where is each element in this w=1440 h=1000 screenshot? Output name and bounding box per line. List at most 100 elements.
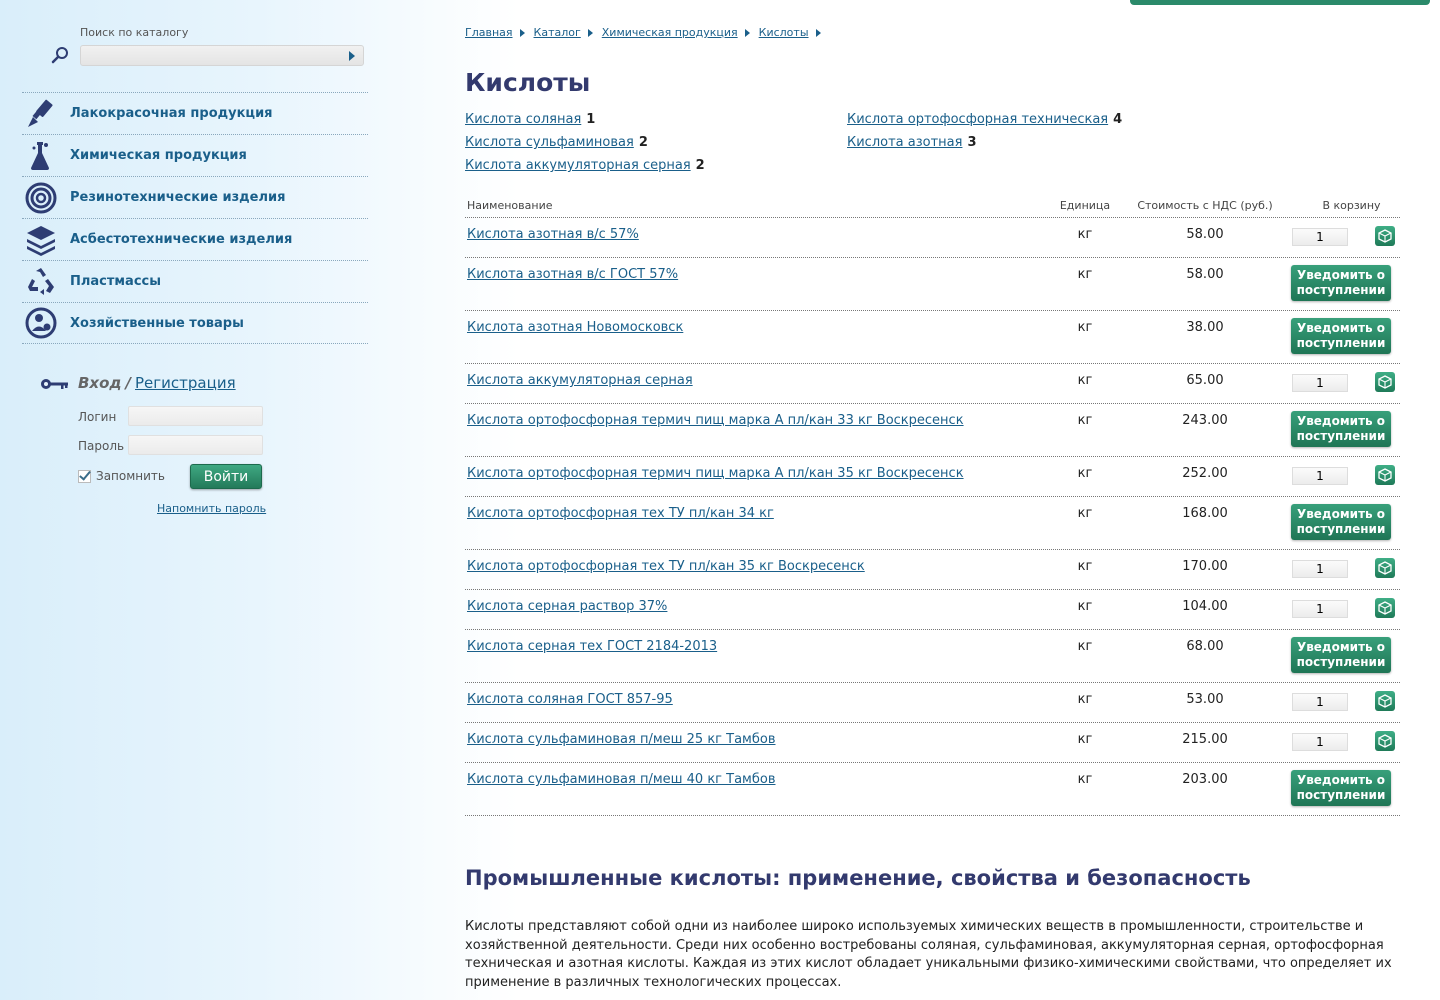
table-row: Кислота азотная в/с 57% кг 58.00 xyxy=(465,218,1400,258)
login-field[interactable] xyxy=(128,406,263,426)
product-link[interactable]: Кислота ортофосфорная тех ТУ пл/кан 34 к… xyxy=(467,506,774,521)
add-to-cart-icon[interactable] xyxy=(1375,226,1395,246)
product-link[interactable]: Кислота ортофосфорная тех ТУ пл/кан 35 к… xyxy=(467,559,865,574)
cart-cell: Уведомить о поступлении xyxy=(1285,630,1400,682)
subcategory-link[interactable]: Кислота сульфаминовая xyxy=(465,135,634,150)
layers-icon xyxy=(22,223,60,257)
cart-cell: Уведомить о поступлении xyxy=(1285,763,1400,815)
login-form: Вход / Регистрация Логин Пароль Запомнить … xyxy=(40,372,370,532)
notify-button[interactable]: Уведомить о поступлении xyxy=(1291,265,1391,301)
header-name: Наименование xyxy=(467,199,553,212)
quantity-input[interactable] xyxy=(1292,467,1348,485)
category-label: Хозяйственные товары xyxy=(70,315,244,331)
breadcrumb-link-chemical[interactable]: Химическая продукция xyxy=(602,26,738,39)
category-item-paint[interactable]: Лакокрасочная продукция xyxy=(22,92,368,134)
remember-checkbox[interactable] xyxy=(78,469,91,483)
notify-button[interactable]: Уведомить о поступлении xyxy=(1291,411,1391,447)
subcategory-link[interactable]: Кислота аккумуляторная серная xyxy=(465,158,691,173)
product-link[interactable]: Кислота азотная в/с 57% xyxy=(467,227,639,242)
quantity-input[interactable] xyxy=(1292,560,1348,578)
price-cell: 252.00 xyxy=(1182,466,1228,481)
cart-cell xyxy=(1285,218,1400,257)
cart-cell xyxy=(1285,683,1400,722)
register-link[interactable]: Регистрация xyxy=(135,374,236,392)
product-link[interactable]: Кислота сульфаминовая п/меш 25 кг Тамбов xyxy=(467,732,776,747)
category-item-plastics[interactable]: Пластмассы xyxy=(22,260,368,302)
add-to-cart-icon[interactable] xyxy=(1375,598,1395,618)
category-item-household[interactable]: Хозяйственные товары xyxy=(22,302,368,344)
quantity-input[interactable] xyxy=(1292,228,1348,246)
notify-button[interactable]: Уведомить о поступлении xyxy=(1291,504,1391,540)
subcategory-item: Кислота сульфаминовая 2 xyxy=(465,135,648,150)
product-table: Наименование Единица Стоимость с НДС (ру… xyxy=(465,199,1400,816)
product-link[interactable]: Кислота серная тех ГОСТ 2184-2013 xyxy=(467,639,717,654)
subcategory-list: Кислота соляная 1 Кислота сульфаминовая 2 … xyxy=(465,112,1400,182)
search-label: Поиск по каталогу xyxy=(80,26,189,39)
category-item-rubber[interactable]: Резинотехнические изделия xyxy=(22,176,368,218)
key-icon xyxy=(41,379,68,389)
add-to-cart-icon[interactable] xyxy=(1375,372,1395,392)
quantity-input[interactable] xyxy=(1292,693,1348,711)
product-link[interactable]: Кислота азотная в/с ГОСТ 57% xyxy=(467,267,678,282)
login-separator: / xyxy=(125,374,132,392)
product-name-cell: Кислота ортофосфорная тех ТУ пл/кан 35 к… xyxy=(465,550,1045,589)
table-row: Кислота ортофосфорная тех ТУ пл/кан 34 к… xyxy=(465,497,1400,550)
notify-button[interactable]: Уведомить о поступлении xyxy=(1291,770,1391,806)
sidebar: Поиск по каталогу Лакокрасочная продукци… xyxy=(0,0,390,1000)
price-cell: 168.00 xyxy=(1182,506,1228,521)
product-link[interactable]: Кислота аккумуляторная серная xyxy=(467,373,693,388)
product-link[interactable]: Кислота серная раствор 37% xyxy=(467,599,667,614)
notify-button[interactable]: Уведомить о поступлении xyxy=(1291,318,1391,354)
category-item-chemical[interactable]: Химическая продукция xyxy=(22,134,368,176)
quantity-input[interactable] xyxy=(1292,374,1348,392)
category-label: Резинотехнические изделия xyxy=(70,190,286,205)
notify-button[interactable]: Уведомить о поступлении xyxy=(1291,637,1391,673)
subcategory-link[interactable]: Кислота азотная xyxy=(847,135,962,150)
cart-cell xyxy=(1285,457,1400,496)
search-input[interactable] xyxy=(81,46,341,65)
search-submit-arrow-icon[interactable] xyxy=(349,51,355,61)
quantity-input[interactable] xyxy=(1292,600,1348,618)
login-button[interactable]: Войти xyxy=(190,464,262,489)
add-to-cart-icon[interactable] xyxy=(1375,731,1395,751)
password-field[interactable] xyxy=(128,435,263,455)
product-name-cell: Кислота ортофосфорная термич пищ марка А… xyxy=(465,404,1045,456)
breadcrumb-link-acids[interactable]: Кислоты xyxy=(759,26,809,39)
product-name-cell: Кислота ортофосфорная тех ТУ пл/кан 34 к… xyxy=(465,497,1045,549)
product-link[interactable]: Кислота азотная Новомосковск xyxy=(467,320,683,335)
price-cell: 215.00 xyxy=(1182,732,1228,747)
product-link[interactable]: Кислота ортофосфорная термич пищ марка А… xyxy=(467,466,964,481)
table-body: Кислота азотная в/с 57%кг58.00Кислота аз… xyxy=(465,218,1400,816)
category-nav: Лакокрасочная продукция Химическая проду… xyxy=(22,92,368,344)
add-to-cart-icon[interactable] xyxy=(1375,465,1395,485)
add-to-cart-icon[interactable] xyxy=(1375,558,1395,578)
search-icon[interactable] xyxy=(50,45,70,65)
subcategory-link[interactable]: Кислота ортофосфорная техническая xyxy=(847,112,1108,127)
product-link[interactable]: Кислота соляная ГОСТ 857-95 xyxy=(467,692,673,707)
add-to-cart-icon[interactable] xyxy=(1375,691,1395,711)
cart-cell xyxy=(1285,364,1400,403)
price-cell: 38.00 xyxy=(1186,320,1224,335)
unit-cell: кг xyxy=(1077,599,1093,614)
table-row: Кислота азотная в/с ГОСТ 57% кг 58.00 Уведо… xyxy=(465,258,1400,311)
cart-cell xyxy=(1285,550,1400,589)
price-cell: 58.00 xyxy=(1186,227,1224,242)
category-item-asbestos[interactable]: Асбестотехнические изделия xyxy=(22,218,368,260)
page-title: Кислоты xyxy=(465,68,591,97)
product-name-cell: Кислота азотная в/с ГОСТ 57% xyxy=(465,258,1045,310)
price-cell: 68.00 xyxy=(1186,639,1224,654)
login-label: Логин xyxy=(78,410,117,424)
subcategory-item: Кислота аккумуляторная серная 2 xyxy=(465,158,705,173)
category-label: Лакокрасочная продукция xyxy=(70,106,273,121)
unit-cell: кг xyxy=(1077,692,1093,707)
breadcrumb-link-catalog[interactable]: Каталог xyxy=(534,26,581,39)
remember-me[interactable]: Запомнить xyxy=(78,469,165,483)
cart-cell: Уведомить о поступлении xyxy=(1285,258,1400,310)
quantity-input[interactable] xyxy=(1292,733,1348,751)
product-link[interactable]: Кислота ортофосфорная термич пищ марка А… xyxy=(467,413,964,428)
subcategory-link[interactable]: Кислота соляная xyxy=(465,112,581,127)
breadcrumb-link-home[interactable]: Главная xyxy=(465,26,513,39)
remind-password-link[interactable]: Напомнить пароль xyxy=(157,502,266,515)
subcategory-item: Кислота соляная 1 xyxy=(465,112,595,127)
product-link[interactable]: Кислота сульфаминовая п/меш 40 кг Тамбов xyxy=(467,772,776,787)
